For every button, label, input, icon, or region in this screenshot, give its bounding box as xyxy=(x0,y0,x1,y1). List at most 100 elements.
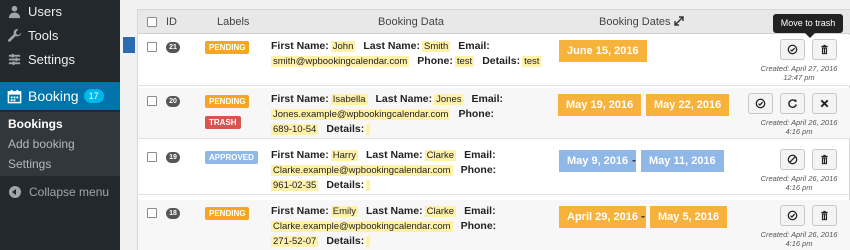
row-checkbox[interactable] xyxy=(147,152,157,162)
booking-data: First Name: Emily Last Name: Clarke Email: C… xyxy=(271,204,571,249)
row-checkbox[interactable] xyxy=(147,96,157,106)
row-checkbox[interactable] xyxy=(147,208,157,218)
details-value xyxy=(366,180,371,191)
booking-date-end[interactable]: May 11, 2016 xyxy=(641,150,724,172)
status-badge-pending: PENDING xyxy=(205,41,250,54)
booking-id-badge: 21 xyxy=(166,42,180,53)
first-name-value: Harry xyxy=(330,150,358,161)
move-to-trash-button[interactable] xyxy=(812,149,837,170)
details-value: test xyxy=(522,56,542,67)
submenu-item-bookings[interactable]: Bookings xyxy=(8,117,63,131)
last-name-label: Last Name: xyxy=(366,205,423,217)
booking-date-start[interactable]: May 9, 2016 xyxy=(559,150,637,172)
created-date: Created: April 27, 2016 12:47 pm xyxy=(754,64,844,82)
expand-icon[interactable] xyxy=(673,15,685,27)
details-label: Details: xyxy=(326,235,365,247)
approve-button[interactable] xyxy=(780,205,805,226)
collapse-menu-button[interactable]: Collapse menu xyxy=(0,182,120,202)
header-id[interactable]: ID xyxy=(166,16,177,28)
sidebar-item-booking[interactable]: Booking 17 xyxy=(0,82,120,110)
bookings-table: ID Labels Booking Data Booking Dates 21 … xyxy=(137,9,850,250)
created-date-text: Created: April 26, 2016 xyxy=(760,118,838,127)
table-row: 20 PENDING TRASH First Name: Isabella Last… xyxy=(138,88,850,139)
first-name-value: John xyxy=(330,41,356,52)
status-badge-trash: TRASH xyxy=(205,116,241,129)
main-content: ID Labels Booking Data Booking Dates 21 … xyxy=(120,0,850,250)
email-label: Email: xyxy=(464,149,496,161)
phone-label: Phone: xyxy=(460,220,497,232)
approve-button[interactable] xyxy=(780,39,805,60)
booking-id-badge: 19 xyxy=(166,152,180,163)
booking-data: First Name: John Last Name: Smith Email: smi… xyxy=(271,39,571,69)
first-name-label: First Name: xyxy=(271,40,329,52)
submenu-item-settings[interactable]: Settings xyxy=(8,157,51,171)
booking-date-start[interactable]: May 19, 2016 xyxy=(558,94,642,116)
approve-button[interactable] xyxy=(748,93,773,114)
created-date-text: Created: April 26, 2016 xyxy=(760,230,838,239)
booking-date[interactable]: June 15, 2016 xyxy=(559,40,647,62)
sidebar-item-label: Tools xyxy=(28,27,59,43)
trash-icon xyxy=(821,210,828,221)
booking-date-start[interactable]: April 29, 2016 xyxy=(559,206,646,228)
status-badge-approved: APPROVED xyxy=(205,151,258,164)
table-header: ID Labels Booking Data Booking Dates xyxy=(138,10,850,34)
date-separator: - xyxy=(632,153,636,167)
first-name-value: Isabella xyxy=(330,94,368,105)
created-time-text: 12:47 pm xyxy=(783,73,815,82)
move-to-trash-button[interactable] xyxy=(812,39,837,60)
phone-label: Phone: xyxy=(458,108,495,120)
table-row: 19 APPROVED First Name: Harry Last Name: Cl… xyxy=(138,144,850,195)
booking-id-badge: 20 xyxy=(166,96,180,107)
booking-date-end[interactable]: May 22, 2016 xyxy=(646,94,730,116)
created-date-text: Created: April 26, 2016 xyxy=(760,174,838,183)
admin-sidebar: Users Tools Settings Booking 17 Bookings… xyxy=(0,0,120,250)
header-booking-dates: Booking Dates xyxy=(599,16,671,28)
users-icon xyxy=(0,4,28,19)
sidebar-item-users[interactable]: Users xyxy=(0,0,120,22)
email-label: Email: xyxy=(464,205,496,217)
email-value: Clarke.example@wpbookingcalendar.com xyxy=(271,165,453,176)
email-value: Jones.example@wpbookingcalendar.com xyxy=(271,109,451,120)
booking-submenu: Bookings Add booking Settings xyxy=(0,112,120,176)
calendar-icon xyxy=(0,89,28,104)
sidebar-item-tools[interactable]: Tools xyxy=(0,24,120,46)
trash-icon xyxy=(821,154,828,165)
restore-icon xyxy=(788,99,797,108)
restore-button[interactable] xyxy=(780,93,805,114)
row-checkbox[interactable] xyxy=(147,42,157,52)
booking-count-badge: 17 xyxy=(83,89,104,103)
created-date: Created: April 26, 2016 4:16 pm xyxy=(754,118,844,136)
email-label: Email: xyxy=(471,93,503,105)
delete-button[interactable] xyxy=(812,93,837,114)
collapse-menu-label: Collapse menu xyxy=(29,185,110,199)
details-label: Details: xyxy=(482,55,521,67)
created-date-text: Created: April 27, 2016 xyxy=(760,64,838,73)
phone-value: test xyxy=(454,56,475,67)
table-row: 18 PENDING First Name: Emily Last Name: Cla… xyxy=(138,200,850,250)
table-row: 21 PENDING First Name: John Last Name: Smit… xyxy=(138,35,850,86)
email-value: Clarke.example@wpbookingcalendar.com xyxy=(271,221,453,232)
booking-data: First Name: Isabella Last Name: Jones Email:… xyxy=(271,92,571,137)
phone-label: Phone: xyxy=(417,55,453,67)
created-time-text: 4:16 pm xyxy=(785,183,813,192)
booking-date-end[interactable]: May 5, 2016 xyxy=(650,206,728,228)
approve-icon xyxy=(787,44,798,55)
settings-icon xyxy=(0,52,28,67)
phone-label: Phone: xyxy=(460,164,497,176)
created-date: Created: April 26, 2016 4:16 pm xyxy=(754,174,844,192)
status-badge-pending: PENDING xyxy=(205,207,250,220)
select-all-checkbox[interactable] xyxy=(147,17,157,27)
details-value xyxy=(366,124,371,135)
set-pending-button[interactable] xyxy=(780,149,805,170)
submenu-item-add-booking[interactable]: Add booking xyxy=(8,137,75,151)
last-name-label: Last Name: xyxy=(363,40,420,52)
created-time-text: 4:16 pm xyxy=(785,239,813,248)
move-to-trash-button[interactable] xyxy=(812,205,837,226)
sidebar-item-settings[interactable]: Settings xyxy=(0,48,120,70)
first-name-label: First Name: xyxy=(271,149,329,161)
approve-icon xyxy=(787,210,798,221)
new-booking-flag-icon xyxy=(123,37,135,53)
first-name-label: First Name: xyxy=(271,205,329,217)
last-name-label: Last Name: xyxy=(375,93,433,105)
last-name-value: Jones xyxy=(434,94,464,105)
